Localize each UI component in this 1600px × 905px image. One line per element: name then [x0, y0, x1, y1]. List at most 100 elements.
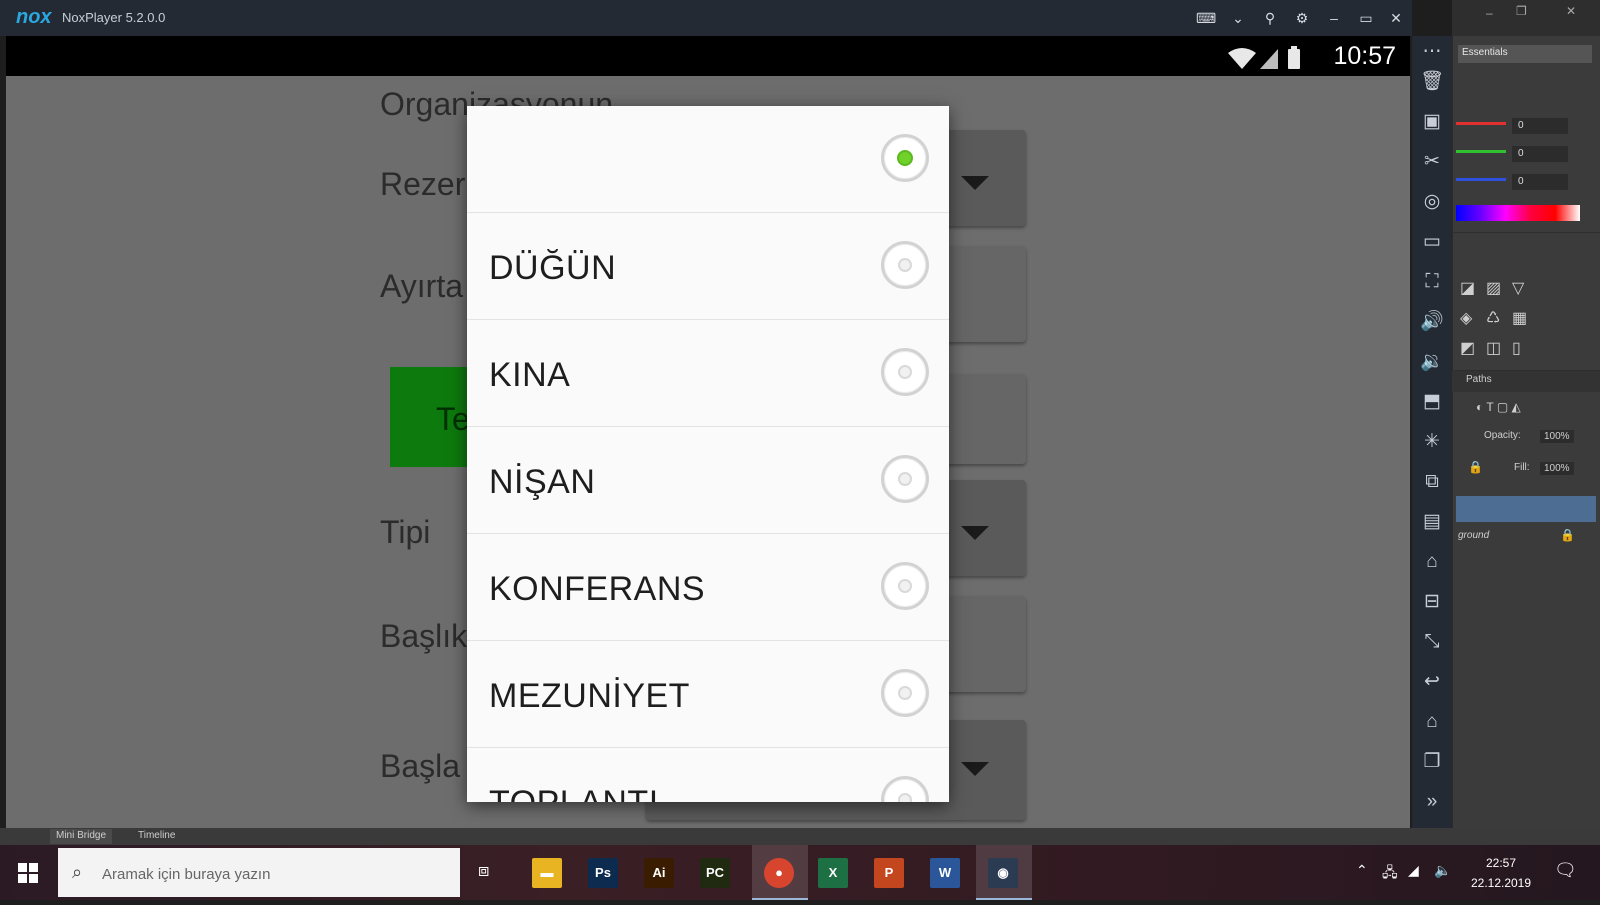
- location-icon[interactable]: ◎: [1420, 190, 1444, 214]
- tray-date[interactable]: 22.12.2019: [1466, 876, 1536, 890]
- expand-icon[interactable]: »: [1420, 790, 1444, 814]
- adjust-map-icon[interactable]: ▯: [1512, 338, 1521, 358]
- screen-icon[interactable]: ▭: [1420, 230, 1444, 254]
- fill-value[interactable]: 100%: [1540, 462, 1574, 475]
- volume-up-icon[interactable]: 🔊: [1420, 310, 1444, 334]
- layer-lock-icon: 🔒: [1560, 528, 1575, 542]
- adjust-invert-icon[interactable]: ◩: [1460, 338, 1475, 358]
- dropdown-arrow-icon: [961, 176, 989, 190]
- volume-down-icon[interactable]: 🔉: [1420, 350, 1444, 374]
- adjust-gradient-icon[interactable]: ▽: [1512, 278, 1524, 298]
- dropdown-arrow-icon: [961, 526, 989, 540]
- radio-selected-icon[interactable]: [881, 134, 929, 182]
- word-icon[interactable]: W: [930, 858, 960, 888]
- excel-icon[interactable]: X: [818, 858, 848, 888]
- adjust-brightness-icon[interactable]: ◪: [1460, 278, 1475, 298]
- tray-volume-icon[interactable]: 🔈: [1434, 862, 1451, 879]
- task-view-icon[interactable]: ⧈: [478, 860, 489, 881]
- option-mezuniyet[interactable]: MEZUNİYET: [467, 641, 949, 748]
- pin-icon[interactable]: ⚲: [1260, 8, 1280, 28]
- radio-icon[interactable]: [881, 669, 929, 717]
- option-nisan[interactable]: NİŞAN: [467, 427, 949, 534]
- android-status-bar: 10:57: [6, 36, 1410, 76]
- radio-icon[interactable]: [881, 241, 929, 289]
- ps-close-icon[interactable]: ✕: [1566, 4, 1576, 18]
- green-button-label: Te: [436, 401, 470, 437]
- adjust-grid-icon[interactable]: ▦: [1512, 308, 1527, 328]
- color-spectrum[interactable]: [1456, 205, 1580, 221]
- red-slider[interactable]: [1456, 122, 1506, 125]
- close-icon[interactable]: ✕: [1386, 8, 1406, 28]
- nox-app-icon[interactable]: ◉: [988, 858, 1018, 888]
- adjust-balance-icon[interactable]: ♺: [1486, 308, 1500, 328]
- dropdown-arrow-icon: [961, 762, 989, 776]
- notification-icon[interactable]: 🗨: [1554, 860, 1577, 881]
- multi-instance-icon[interactable]: ⧉: [1420, 470, 1444, 494]
- radio-icon[interactable]: [881, 348, 929, 396]
- adjust-threshold-icon[interactable]: ◫: [1486, 338, 1501, 358]
- back-icon[interactable]: ↩: [1420, 670, 1444, 694]
- radio-icon[interactable]: [881, 455, 929, 503]
- file-explorer-icon[interactable]: ▬: [532, 858, 562, 888]
- blue-value[interactable]: 0: [1512, 174, 1568, 190]
- screenshot-icon[interactable]: ▣: [1420, 110, 1444, 134]
- green-slider[interactable]: [1456, 150, 1506, 153]
- illustrator-icon[interactable]: Ai: [644, 858, 674, 888]
- background-layer-name[interactable]: ground: [1458, 530, 1489, 541]
- chevron-down-icon[interactable]: ⌄: [1228, 8, 1248, 28]
- ps-minimize-icon[interactable]: –: [1486, 6, 1493, 20]
- paths-tab[interactable]: Paths: [1466, 374, 1492, 385]
- ps-restore-icon[interactable]: ❐: [1516, 4, 1527, 18]
- more-icon[interactable]: ⋯: [1420, 40, 1444, 64]
- fill-label: Fill:: [1514, 462, 1530, 473]
- option-empty[interactable]: [467, 106, 949, 213]
- windows-start-button[interactable]: [0, 845, 56, 900]
- layer-filter-icons[interactable]: ◐ T ▢ ◭: [1476, 400, 1521, 414]
- fullscreen-icon[interactable]: ⛶: [1420, 270, 1444, 294]
- radio-icon[interactable]: [881, 776, 929, 802]
- option-kina[interactable]: KINA: [467, 320, 949, 427]
- keyboard-icon[interactable]: ⌨: [1196, 8, 1216, 28]
- chrome-icon[interactable]: ●: [764, 858, 794, 888]
- tray-wifi-icon[interactable]: ◢: [1408, 862, 1419, 879]
- pycharm-icon[interactable]: PC: [700, 858, 730, 888]
- recent-apps-icon[interactable]: ❐: [1420, 750, 1444, 774]
- label-rezervasyon: Rezer: [380, 166, 466, 202]
- option-dugun[interactable]: DÜĞÜN: [467, 213, 949, 320]
- resize-icon[interactable]: ⤡: [1420, 630, 1444, 654]
- opacity-value[interactable]: 100%: [1540, 430, 1574, 443]
- tray-chevron-icon[interactable]: ⌃: [1356, 862, 1368, 879]
- trash-icon[interactable]: 🗑: [1420, 70, 1444, 94]
- gear-icon[interactable]: ⚙: [1292, 8, 1312, 28]
- search-placeholder: Aramak için buraya yazın: [102, 866, 271, 883]
- shake-icon[interactable]: ✳: [1420, 430, 1444, 454]
- powerpoint-icon[interactable]: P: [874, 858, 904, 888]
- folder-icon[interactable]: ▤: [1420, 510, 1444, 534]
- blue-slider[interactable]: [1456, 178, 1506, 181]
- macro-icon[interactable]: ⊟: [1420, 590, 1444, 614]
- maximize-icon[interactable]: ▭: [1356, 8, 1376, 28]
- adjust-hue-icon[interactable]: ◈: [1460, 308, 1472, 328]
- radio-icon[interactable]: [881, 562, 929, 610]
- option-label: TOPLANTI: [489, 784, 659, 802]
- minimize-icon[interactable]: –: [1324, 8, 1344, 28]
- tab-timeline[interactable]: Timeline: [132, 829, 181, 844]
- tray-network-icon[interactable]: 🖧: [1382, 862, 1398, 886]
- option-toplanti[interactable]: TOPLANTI: [467, 748, 949, 802]
- home-icon[interactable]: ⌂: [1420, 710, 1444, 734]
- tab-mini-bridge[interactable]: Mini Bridge: [50, 829, 113, 844]
- keyboard-map-icon[interactable]: ⌂: [1420, 550, 1444, 574]
- adjust-levels-icon[interactable]: ▨: [1486, 278, 1501, 298]
- option-konferans[interactable]: KONFERANS: [467, 534, 949, 641]
- workspace-select[interactable]: Essentials: [1458, 45, 1592, 63]
- green-value[interactable]: 0: [1512, 146, 1568, 162]
- apk-install-icon[interactable]: ⬒: [1420, 390, 1444, 414]
- layer-row-selected[interactable]: [1456, 496, 1596, 522]
- red-value[interactable]: 0: [1512, 118, 1568, 134]
- ps-panel-header: [1452, 232, 1600, 254]
- scissors-icon[interactable]: ✂: [1420, 150, 1444, 174]
- lock-icon[interactable]: 🔒: [1468, 460, 1483, 474]
- photoshop-icon[interactable]: Ps: [588, 858, 618, 888]
- option-label: MEZUNİYET: [489, 677, 690, 715]
- tray-time[interactable]: 22:57: [1466, 856, 1536, 870]
